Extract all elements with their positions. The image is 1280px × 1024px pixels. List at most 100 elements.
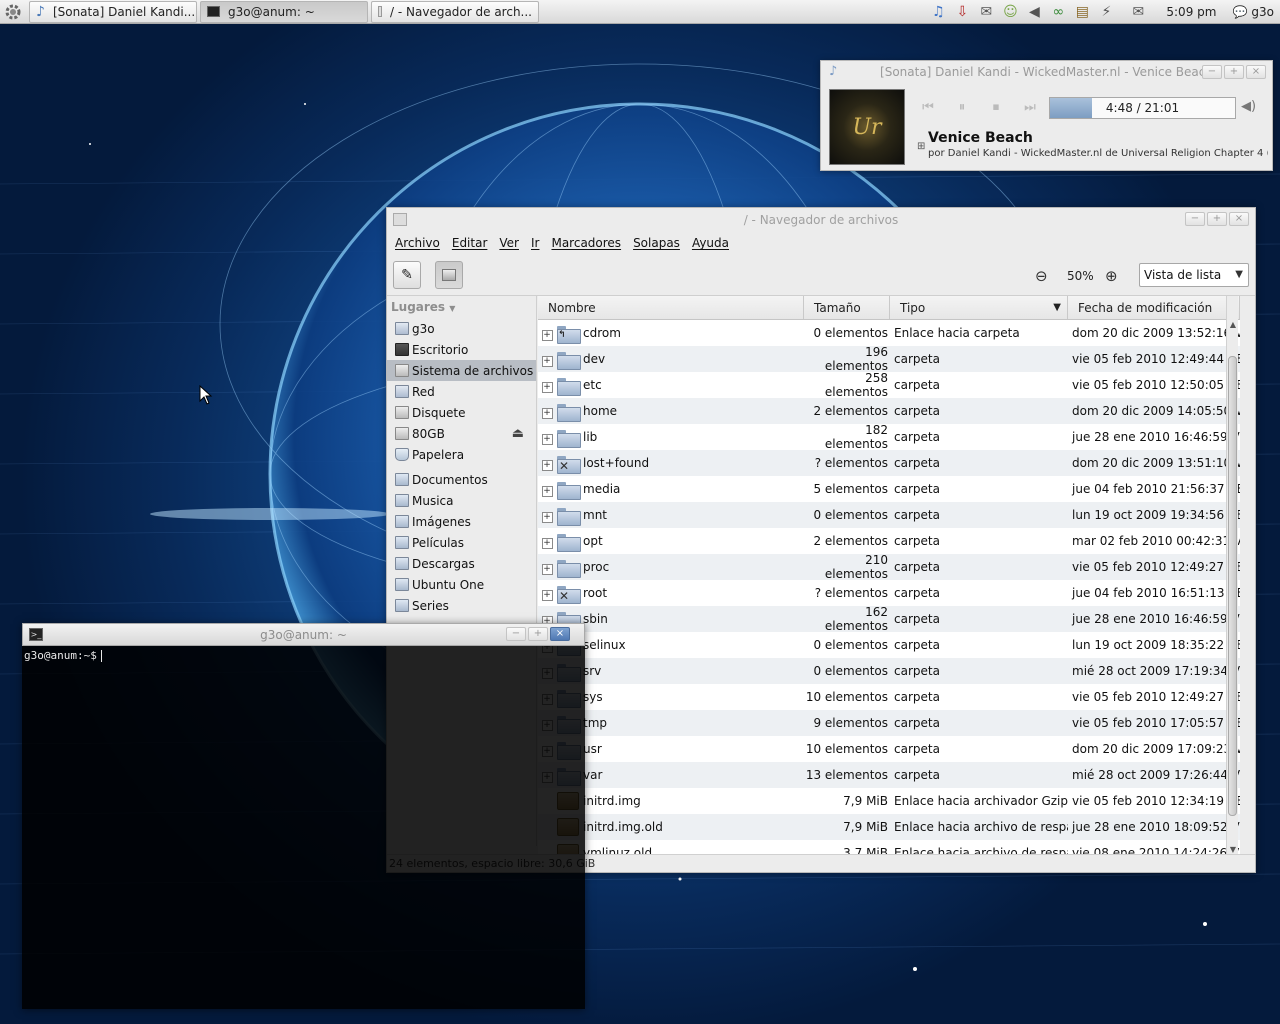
menu-ir[interactable]: Ir [531,236,539,250]
column-name[interactable]: Nombre [538,296,804,319]
column-date[interactable]: Fecha de modificación [1068,296,1240,319]
table-row[interactable]: initrd.img.old 7,9 MiB Enlace hacia archiv… [538,814,1240,840]
scroll-down-icon[interactable]: ▼ [1227,845,1239,854]
next-track-icon[interactable]: ⏭ [1019,97,1041,117]
sidebar-bookmark[interactable]: Descargas [387,553,536,574]
table-row[interactable]: + home 2 elementos carpeta dom 20 dic 2009 1… [538,398,1240,424]
table-row[interactable]: +usr10 elementoscarpetadom 20 dic 2009 1… [538,736,1240,762]
sidebar-place[interactable]: Escritorio [387,339,536,360]
mail-icon[interactable]: ✉ [976,2,996,22]
close-button[interactable]: × [1229,212,1249,226]
sidebar-place[interactable]: 80GB ⏏ [387,423,536,444]
terminal-titlebar[interactable]: >_ g3o@anum: ~ − + × [22,623,585,646]
table-row[interactable]: +srv0 elementoscarpetamié 28 oct 2009 17… [538,658,1240,684]
root-location-button[interactable] [435,261,463,289]
user-menu[interactable]: 💬 g3o [1232,5,1274,19]
previous-track-icon[interactable]: ⏮ [917,97,939,117]
table-row[interactable]: + opt 2 elementos carpeta mar 02 feb 2010 00… [538,528,1240,554]
pause-icon[interactable]: ⏸ [951,97,973,117]
zoom-out-icon[interactable]: ⊖ [1035,267,1048,285]
menu-ver[interactable]: Ver [499,236,519,250]
menu-editar[interactable]: Editar [452,236,488,250]
menu-ayuda[interactable]: Ayuda [692,236,729,250]
table-row[interactable]: + etc 258 elementos carpeta vie 05 feb 2010 … [538,371,1240,399]
expand-icon[interactable]: + [541,355,553,367]
zoom-in-icon[interactable]: ⊕ [1105,267,1118,285]
close-button[interactable]: × [550,627,570,641]
contacts-icon[interactable]: ☺ [1000,2,1020,22]
table-row[interactable]: + dev 196 elementos carpeta vie 05 feb 2010 … [538,345,1240,373]
table-row[interactable]: + ✕ root? elementos carpeta jue 04 feb 2010 … [538,580,1240,606]
sidebar-place[interactable]: Papelera [387,444,536,465]
table-row[interactable]: + ↰ cdrom 0 elementos Enlace hacia carpeta do… [538,320,1240,346]
download-icon[interactable]: ⇩ [952,2,972,22]
sidebar-bookmark[interactable]: Películas [387,532,536,553]
sidebar-place[interactable]: Disquete [387,402,536,423]
taskbar-item-sonata[interactable]: ♪ [Sonata] Daniel Kandi... [29,0,197,23]
taskbar-item-file-manager[interactable]: / - Navegador de arch... [371,0,539,23]
table-row[interactable]: +var13 elementoscarpetamié 28 oct 2009 1… [538,762,1240,788]
clock[interactable]: 5:09 pm [1166,5,1216,19]
sidebar-place[interactable]: Sistema de archivos [387,360,536,381]
table-row[interactable]: + sbin 162 elementos carpeta jue 28 ene 2010… [538,605,1240,633]
taskbar-item-terminal[interactable]: g3o@anum: ~ [200,0,368,23]
sidebar-place[interactable]: Red [387,381,536,402]
expand-icon[interactable]: + [541,485,553,497]
sidebar-bookmark[interactable]: Documentos [387,469,536,490]
maximize-button[interactable]: + [1207,212,1227,226]
view-mode-select[interactable]: Vista de lista ▼ [1139,263,1249,287]
table-row[interactable]: + media 5 elementos carpeta jue 04 feb 2010 … [538,476,1240,502]
expand-icon[interactable]: + [541,329,553,341]
clipboard-icon[interactable]: ▤ [1072,2,1092,22]
table-row[interactable]: initrd.img 7,9 MiB Enlace hacia archivador… [538,788,1240,814]
maximize-button[interactable]: + [528,627,548,641]
sidebar-bookmark[interactable]: Imágenes [387,511,536,532]
edit-location-button[interactable]: ✎ [393,261,421,289]
file-manager-titlebar[interactable]: / - Navegador de archivos − + × [387,208,1255,232]
column-type[interactable]: Tipo ▼ [890,296,1068,319]
table-row[interactable]: + mnt 0 elementos carpeta lun 19 oct 2009 19… [538,502,1240,528]
scrollbar-thumb[interactable] [1228,356,1237,816]
table-row[interactable]: +tmp9 elementoscarpetavie 05 feb 2010 17… [538,710,1240,736]
sidebar-bookmark[interactable]: Series [387,595,536,616]
maximize-button[interactable]: + [1224,65,1244,79]
table-row[interactable]: + proc 210 elementos carpeta vie 05 feb 2010… [538,553,1240,581]
expand-icon[interactable]: + [541,537,553,549]
scroll-up-icon[interactable]: ▲ [1227,320,1239,329]
expand-icon[interactable]: + [541,511,553,523]
expand-icon[interactable]: + [541,407,553,419]
sidebar-place[interactable]: g3o [387,318,536,339]
expand-icon[interactable]: + [541,433,553,445]
terminal-output[interactable]: g3o@anum:~$ [22,646,585,1009]
envelope-icon[interactable]: ✉ [1128,2,1148,22]
stop-icon[interactable]: ⏹ [985,97,1007,117]
minimize-button[interactable]: − [1185,212,1205,226]
expand-icon[interactable]: + [541,563,553,575]
expand-icon[interactable]: + [541,459,553,471]
eject-icon[interactable]: ⏏ [512,426,524,441]
vertical-scrollbar[interactable]: ▲ ▼ [1226,296,1238,856]
places-header[interactable]: Lugares ▼ [387,296,536,318]
sidebar-bookmark[interactable]: Musica [387,490,536,511]
sidebar-bookmark[interactable]: Ubuntu One [387,574,536,595]
menu-archivo[interactable]: Archivo [395,236,440,250]
main-menu-button[interactable] [0,0,26,24]
expander-icon[interactable]: ⊞ [917,141,925,152]
music-note-icon[interactable]: ♫ [928,2,948,22]
table-row[interactable]: + lib 182 elementos carpeta jue 28 ene 2010 … [538,423,1240,451]
expand-icon[interactable]: + [541,381,553,393]
volume-icon[interactable]: ◀) [1241,99,1256,114]
minimize-button[interactable]: − [1202,65,1222,79]
track-progress-bar[interactable]: 4:48 / 21:01 [1049,97,1236,119]
column-size[interactable]: Tamaño [804,296,890,319]
table-row[interactable]: + ✕ lost+found? elementos carpeta dom 20 dic… [538,450,1240,476]
chat-icon[interactable]: ∞ [1048,2,1068,22]
close-button[interactable]: × [1246,65,1266,79]
expand-icon[interactable]: + [541,589,553,601]
table-row[interactable]: +selinux0 elementoscarpetalun 19 oct 200… [538,632,1240,658]
volume-icon[interactable]: ◀ [1024,2,1044,22]
menu-solapas[interactable]: Solapas [633,236,680,250]
network-icon[interactable]: ⚡ [1096,2,1116,22]
menu-marcadores[interactable]: Marcadores [551,236,621,250]
minimize-button[interactable]: − [506,627,526,641]
